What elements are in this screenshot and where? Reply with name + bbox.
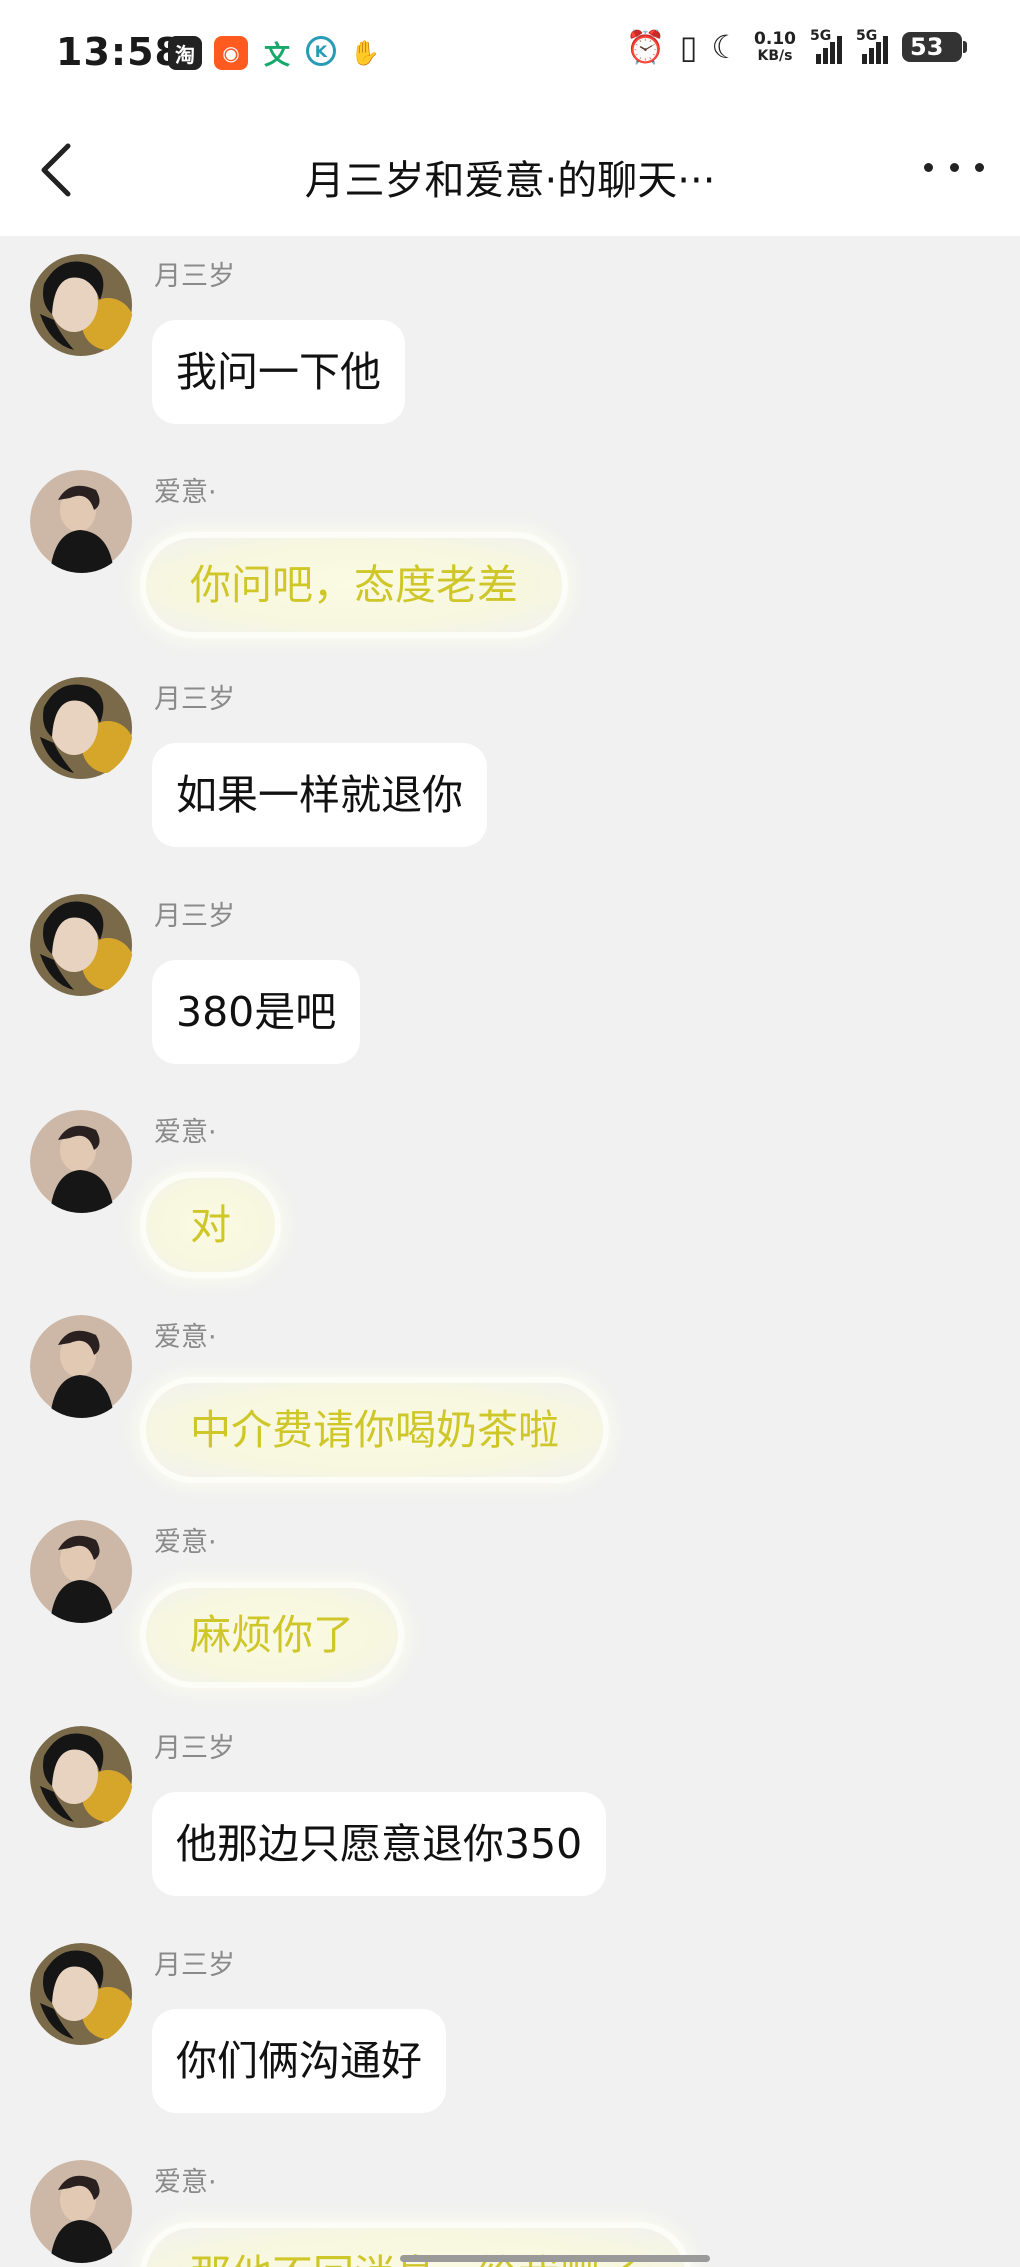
system-icons: ⏰ ▯ ☾ 0.10 KB/s 5G 5G 53 [625, 28, 967, 66]
sender-name: 月三岁 [154, 1950, 235, 1981]
message-item: 月三岁 380是吧 [0, 894, 1020, 1070]
sender-name: 月三岁 [154, 1733, 235, 1764]
battery-indicator: 53 [902, 32, 967, 62]
message-item: 爱意· 你问吧，态度老差 [0, 470, 1020, 640]
message-bubble[interactable]: 我问一下他 [152, 320, 405, 424]
signal-icon-2: 5G [856, 28, 888, 64]
avatar[interactable] [30, 254, 133, 357]
message-bubble-cloud[interactable]: 麻烦你了 [146, 1588, 398, 1682]
wen-icon: 文 [263, 40, 290, 71]
message-item: 月三岁 如果一样就退你 [0, 677, 1020, 853]
net-speed: 0.10 KB/s [754, 28, 796, 64]
sender-name: 月三岁 [154, 684, 235, 715]
message-bubble-cloud[interactable]: 中介费请你喝奶茶啦 [146, 1383, 603, 1477]
sender-name: 爱意· [154, 1527, 217, 1558]
status-bar: 13:58 淘 ◉ 文 K ✋ ⏰ ▯ ☾ 0.10 KB/s 5G 5G 53 [0, 0, 1020, 110]
net-speed-value: 0.10 [754, 28, 796, 49]
sender-name: 爱意· [154, 2167, 217, 2198]
more-options-button[interactable] [924, 152, 984, 182]
message-bubble[interactable]: 380是吧 [152, 960, 361, 1064]
signal-label-2: 5G [856, 28, 878, 44]
handshake-icon: ✋ [350, 39, 380, 67]
vibrate-icon: ▯ [679, 28, 698, 66]
message-item: 爱意· 那他不回消息，给我删了 [0, 2160, 1020, 2267]
dot-icon [975, 162, 984, 172]
avatar[interactable] [30, 2160, 133, 2263]
kuaishou-icon: ◉ [214, 36, 248, 70]
avatar[interactable] [30, 894, 133, 997]
back-button[interactable] [36, 140, 80, 200]
message-item: 月三岁 你们俩沟通好 [0, 1943, 1020, 2119]
message-bubble[interactable]: 如果一样就退你 [152, 743, 487, 847]
signal-icon: 5G [810, 28, 842, 64]
sender-name: 爱意· [154, 1117, 217, 1148]
message-bubble[interactable]: 他那边只愿意退你350 [152, 1792, 607, 1896]
avatar[interactable] [30, 470, 133, 573]
taobao-icon: 淘 [168, 36, 202, 70]
message-item: 月三岁 他那边只愿意退你350 [0, 1726, 1020, 1902]
chevron-left-icon [41, 143, 71, 197]
message-bubble[interactable]: 你们俩沟通好 [152, 2009, 446, 2113]
net-speed-unit: KB/s [757, 47, 793, 64]
notification-icons: 淘 ◉ 文 K ✋ [168, 36, 382, 71]
message-bubble-cloud[interactable]: 你问吧，态度老差 [146, 538, 562, 632]
dot-icon [924, 162, 933, 172]
chat-title: 月三岁和爱意·的聊天··· [304, 158, 716, 204]
message-bubble-cloud[interactable]: 对 [146, 1178, 275, 1272]
avatar[interactable] [30, 677, 133, 780]
dot-icon [949, 162, 959, 172]
sender-name: 月三岁 [154, 261, 235, 292]
nav-bar: 月三岁和爱意·的聊天··· [0, 110, 1020, 236]
k-icon: K [306, 36, 336, 66]
avatar[interactable] [30, 1726, 133, 1829]
avatar[interactable] [30, 1520, 133, 1623]
message-item: 月三岁 我问一下他 [0, 254, 1020, 430]
message-item: 爱意· 中介费请你喝奶茶啦 [0, 1315, 1020, 1485]
avatar[interactable] [30, 1315, 133, 1418]
avatar[interactable] [30, 1943, 133, 2046]
status-time: 13:58 [56, 30, 182, 74]
sender-name: 爱意· [154, 477, 217, 508]
sender-name: 月三岁 [154, 901, 235, 932]
home-indicator[interactable] [400, 2255, 710, 2262]
sender-name: 爱意· [154, 1322, 217, 1353]
message-item: 爱意· 麻烦你了 [0, 1520, 1020, 1690]
avatar[interactable] [30, 1110, 133, 1213]
alarm-icon: ⏰ [625, 28, 666, 66]
moon-icon: ☾ [711, 28, 741, 66]
signal-label: 5G [810, 28, 832, 44]
message-item: 爱意· 对 [0, 1110, 1020, 1280]
